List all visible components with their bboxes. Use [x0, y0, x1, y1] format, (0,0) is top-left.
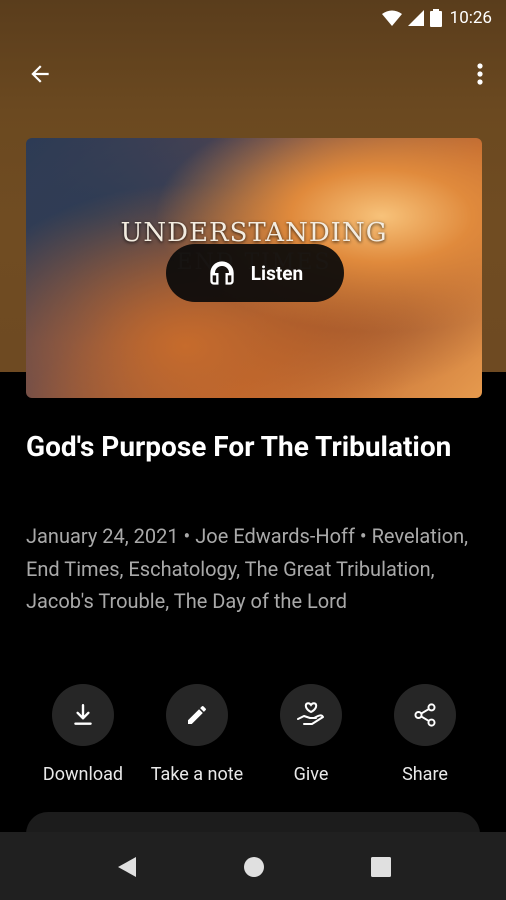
nav-home-button[interactable]: [241, 854, 267, 880]
arrow-back-icon: [31, 65, 49, 83]
listen-button[interactable]: Listen: [166, 244, 344, 302]
take-note-button[interactable]: Take a note: [137, 684, 257, 785]
nav-back-button[interactable]: [114, 854, 140, 880]
download-circle[interactable]: [52, 684, 114, 746]
give-label: Give: [293, 764, 329, 785]
app-bar: [0, 44, 506, 104]
share-button[interactable]: Share: [365, 684, 485, 785]
headphones-icon: [210, 261, 234, 285]
status-time: 10:26: [449, 8, 492, 28]
nav-home-icon: [244, 857, 264, 877]
system-nav-bar: [0, 832, 506, 900]
signal-icon: [407, 10, 424, 26]
take-note-circle[interactable]: [166, 684, 228, 746]
share-label: Share: [402, 764, 448, 785]
download-button[interactable]: Download: [23, 684, 143, 785]
download-icon: [74, 704, 92, 725]
pencil-icon: [188, 705, 207, 724]
sermon-meta: January 24, 2021 • Joe Edwards-Hoff • Re…: [26, 524, 469, 613]
share-icon: [414, 703, 436, 727]
more-vert-icon: [477, 63, 483, 85]
back-button[interactable]: [20, 56, 60, 92]
share-circle[interactable]: [394, 684, 456, 746]
sermon-artwork: UNDERSTANDING END TIMES Listen: [26, 138, 482, 398]
nav-back-icon: [118, 857, 136, 877]
listen-label: Listen: [250, 261, 304, 285]
battery-icon: [429, 9, 442, 27]
give-hand-heart-icon: [297, 702, 324, 725]
more-options-button[interactable]: [468, 56, 492, 92]
give-circle[interactable]: [280, 684, 342, 746]
nav-recents-button[interactable]: [368, 854, 394, 880]
nav-recents-icon: [371, 857, 391, 877]
action-row: Download Take a note Give Share: [0, 684, 506, 794]
give-button[interactable]: Give: [251, 684, 371, 785]
sermon-title: God's Purpose For The Tribulation: [26, 430, 452, 463]
take-note-label: Take a note: [150, 764, 244, 785]
wifi-icon: [381, 10, 402, 26]
status-bar: 10:26: [0, 0, 506, 36]
download-label: Download: [42, 764, 124, 785]
